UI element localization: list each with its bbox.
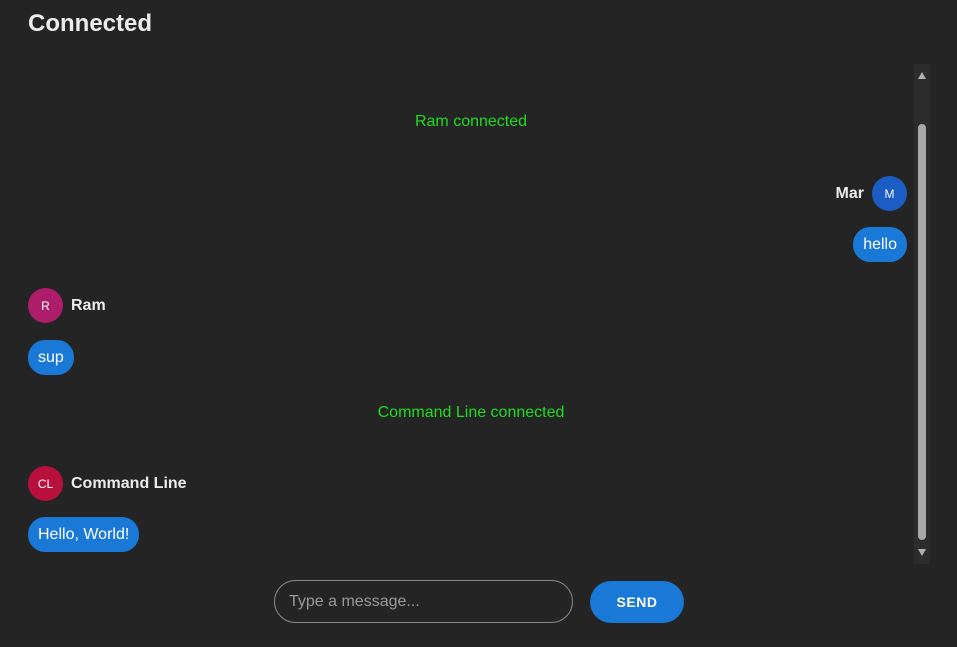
system-message: Command Line connected: [377, 404, 565, 421]
message-composer: SEND: [274, 580, 684, 623]
scroll-up-arrow-icon[interactable]: [918, 72, 926, 79]
message-list-scrollbar[interactable]: [914, 64, 930, 564]
scroll-thumb[interactable]: [918, 124, 926, 540]
username: Mar: [835, 184, 864, 202]
avatar: CL: [28, 466, 63, 501]
avatar: R: [28, 288, 63, 323]
message-bubble: hello: [853, 227, 907, 262]
system-message: Ram connected: [414, 113, 528, 130]
send-button[interactable]: SEND: [590, 580, 684, 623]
username: Command Line: [71, 474, 187, 492]
avatar: M: [872, 176, 907, 211]
scroll-down-arrow-icon[interactable]: [918, 549, 926, 556]
message-bubble: sup: [28, 340, 74, 375]
message-header-command-line: CL Command Line: [28, 466, 187, 501]
message-input[interactable]: [274, 580, 573, 623]
message-header-mar: Mar M: [836, 176, 907, 211]
chat-app: Connected Ram connected Mar M hello R Ra…: [0, 0, 957, 647]
message-header-ram: R Ram: [28, 288, 106, 323]
username: Ram: [71, 296, 106, 314]
message-list[interactable]: Ram connected Mar M hello R Ram sup Comm…: [28, 64, 907, 564]
connection-status-title: Connected: [28, 10, 153, 37]
message-bubble: Hello, World!: [28, 517, 140, 552]
